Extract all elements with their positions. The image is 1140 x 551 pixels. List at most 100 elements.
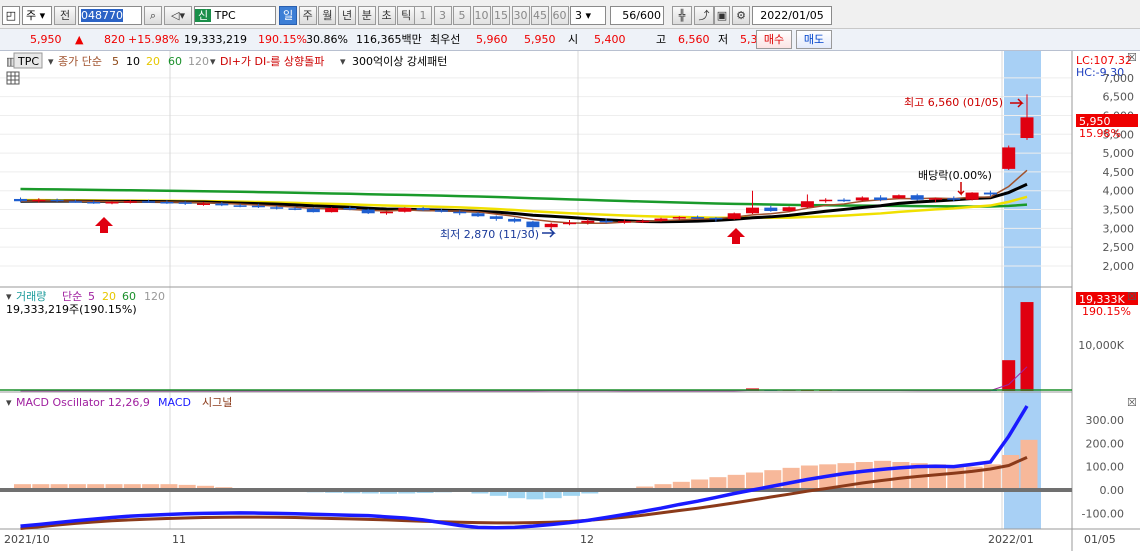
last-pct-text: 15.98% [1079, 127, 1121, 140]
candle-type-icon[interactable]: ╬ [672, 6, 692, 25]
candle [142, 201, 156, 203]
interval-button[interactable]: 3 [433, 6, 452, 25]
close-pane-icon[interactable]: ☒ [1127, 51, 1137, 64]
candle [361, 209, 375, 214]
volume-value-label: 19,333,219주(190.15%) [6, 303, 137, 316]
price-tick: 2,000 [1103, 260, 1135, 273]
candle [434, 210, 448, 212]
candle [453, 211, 467, 214]
candle [764, 207, 778, 212]
interval-button[interactable]: 10 [472, 6, 491, 25]
candle [709, 217, 723, 220]
price-tick: 4,000 [1103, 185, 1135, 198]
count-field[interactable]: 56/600 [610, 6, 664, 25]
chart-area[interactable]: ▥ TPC ▾ 종가 단순 5 10 20 60 120 ▾ DI+가 DI-를… [0, 51, 1140, 551]
candle [691, 217, 705, 219]
bid-price: 5,950 [524, 33, 556, 46]
candle [746, 207, 759, 214]
search-icon[interactable]: ⌕ [144, 6, 162, 25]
price-tick: 2,500 [1103, 241, 1135, 254]
candle [32, 199, 46, 202]
price-tick: 7,000 [1103, 72, 1135, 85]
svg-text:5: 5 [112, 55, 119, 68]
candle [288, 208, 302, 210]
period-tab[interactable]: 초 [377, 6, 396, 25]
interval-button[interactable]: 5 [453, 6, 471, 25]
candle [965, 192, 979, 200]
buy-button[interactable]: 매수 [756, 30, 792, 49]
candle [68, 201, 82, 203]
interval-button[interactable]: 15 [492, 6, 510, 25]
signal-label-1: DI+가 DI-를 상향돌파 [220, 55, 324, 68]
macd-osc-bar [947, 465, 965, 490]
price-tick: 3,000 [1103, 222, 1135, 235]
close-pane-icon[interactable]: ☒ [1127, 290, 1137, 303]
volume-tick: 10,000K [1078, 339, 1124, 352]
svg-text:▾: ▾ [48, 55, 54, 68]
period-tab[interactable]: 주 [298, 6, 317, 25]
interval-button[interactable]: 60 [550, 6, 569, 25]
interval-button[interactable]: 1 [414, 6, 432, 25]
gear-icon[interactable]: ⚙ [732, 6, 750, 25]
candle [416, 208, 430, 211]
market-select[interactable]: 주 ▾ [22, 6, 52, 25]
indicator-icon[interactable]: ⤴ [694, 6, 714, 25]
date-tick: 2022/01 [988, 533, 1034, 546]
macd-osc-bar [1002, 455, 1020, 490]
candle [380, 211, 393, 214]
candle [819, 199, 833, 202]
date-field[interactable]: 2022/01/05 [752, 6, 832, 25]
candle [105, 201, 119, 204]
candle [306, 208, 320, 213]
quote-bar: 5,950 ▲ 820 +15.98% 19,333,219 190.15% 3… [0, 29, 1140, 51]
candle [178, 202, 192, 204]
period-tab[interactable]: 년 [338, 6, 357, 25]
macd-tick: 300.00 [1086, 414, 1125, 427]
candle [87, 201, 101, 204]
period-tab[interactable]: 분 [357, 6, 376, 25]
macd-tick: 0.00 [1100, 484, 1125, 497]
sell-button[interactable]: 매도 [796, 30, 832, 49]
save-icon[interactable]: ▣ [714, 6, 730, 25]
price-tick: 3,500 [1103, 204, 1135, 217]
change-value: 820 [104, 33, 125, 46]
svg-text:120: 120 [188, 55, 209, 68]
period-tab[interactable]: 월 [318, 6, 337, 25]
candle [14, 198, 27, 202]
date-tick: 2021/10 [4, 533, 50, 546]
candle [398, 208, 412, 212]
candle [947, 198, 961, 200]
interval-button[interactable]: 30 [511, 6, 530, 25]
candle [270, 207, 284, 209]
scope-button[interactable]: 전 [54, 6, 76, 25]
candle [617, 221, 631, 223]
amount: 116,365백만 [356, 33, 422, 46]
svg-text:거래량: 거래량 [16, 290, 46, 303]
interval-select[interactable]: 3 ▾ [570, 6, 606, 25]
svg-text:190.15%: 190.15% [1082, 305, 1131, 318]
low-label: 저 [718, 33, 729, 46]
period-tab[interactable]: 틱 [397, 6, 416, 25]
candle [837, 199, 851, 202]
interval-button[interactable]: 45 [531, 6, 549, 25]
grid-icon [6, 71, 20, 85]
name-field[interactable]: 신 TPC [194, 6, 276, 25]
close-pane-icon[interactable]: ☒ [1127, 396, 1137, 409]
code-input[interactable]: 048770 [78, 6, 142, 25]
candle [636, 220, 650, 223]
signal-label-2: 300억이상 강세패턴 [352, 55, 447, 68]
period-tab[interactable]: 일 [279, 6, 297, 25]
candle [508, 218, 522, 222]
sound-icon[interactable]: ◁▾ [164, 6, 192, 25]
candle [123, 201, 137, 203]
turnover: 30.86% [306, 33, 348, 46]
price-tick: 5,000 [1103, 147, 1135, 160]
macd-osc-bar [782, 467, 800, 490]
svg-text:5: 5 [88, 290, 95, 303]
candle [910, 195, 924, 200]
candle [563, 222, 576, 225]
candle [874, 197, 888, 201]
svg-text:▾: ▾ [6, 290, 12, 303]
best-label: 최우선 [430, 33, 461, 46]
layout-icon[interactable]: ◰ [2, 6, 20, 25]
